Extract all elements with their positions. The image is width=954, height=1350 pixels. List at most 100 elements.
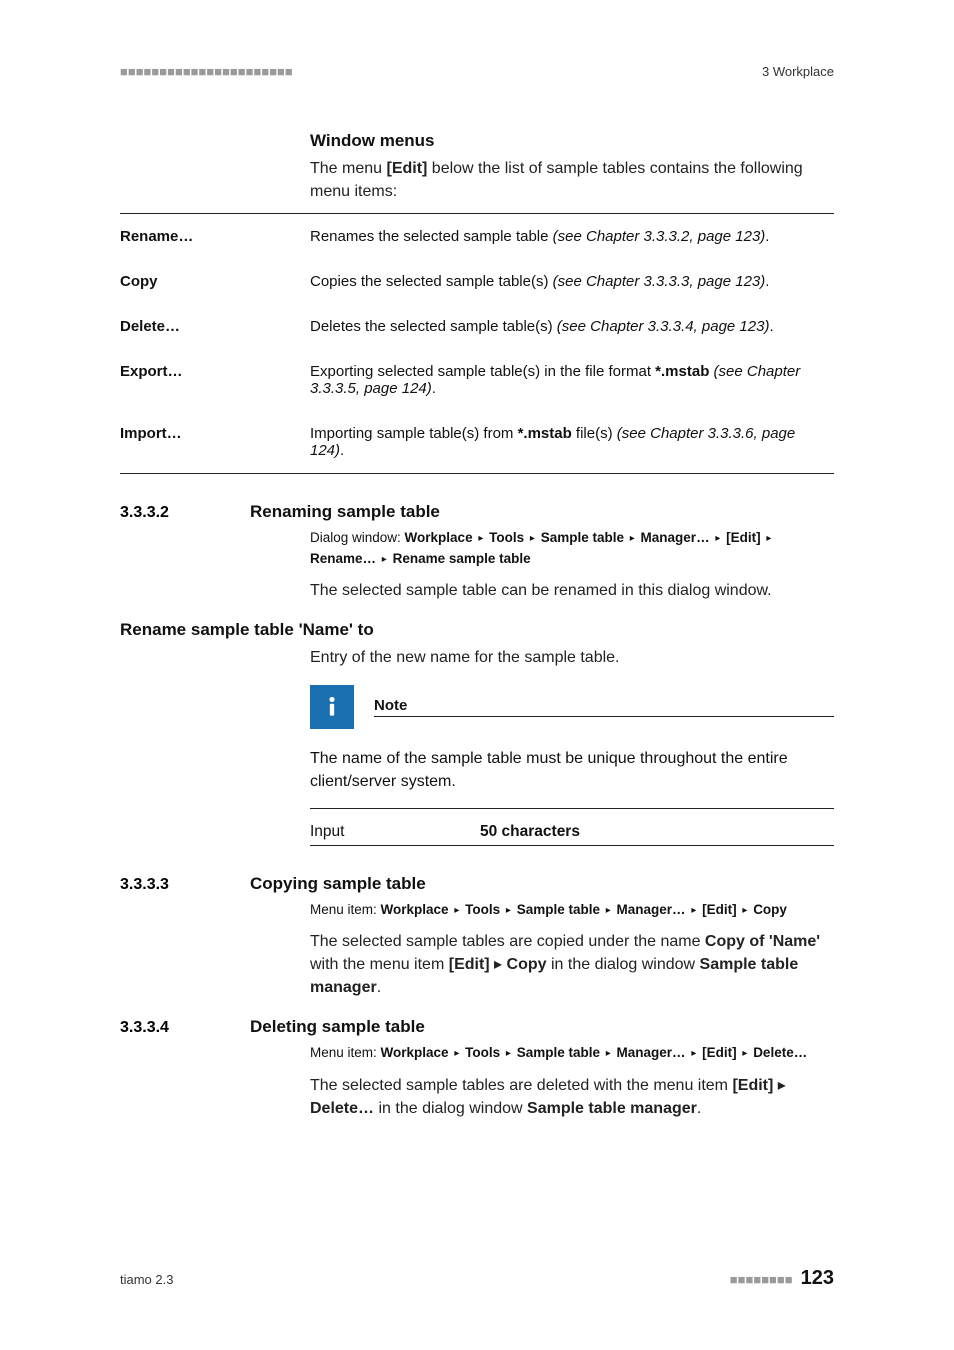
text-bold: [Edit] <box>732 1077 773 1094</box>
text: . <box>377 979 381 996</box>
section-number: 3.3.3.4 <box>120 1019 250 1037</box>
section-number: 3.3.3.2 <box>120 504 250 522</box>
breadcrumb-part: Manager… <box>617 902 686 917</box>
chevron-right-icon: ▸ <box>452 1048 461 1059</box>
menu-desc-post: . <box>432 380 436 397</box>
text-bold: Copy <box>507 956 547 973</box>
edit-menu-table: Rename… Renames the selected sample tabl… <box>120 213 834 474</box>
breadcrumb-part: [Edit] <box>702 902 737 917</box>
chevron-right-icon: ▸ <box>490 956 507 973</box>
intro-text-pre: The menu <box>310 160 386 177</box>
chevron-right-icon: ▸ <box>773 1077 785 1094</box>
breadcrumb-3333: Menu item: Workplace ▸ Tools ▸ Sample ta… <box>310 900 834 920</box>
breadcrumb-label: Menu item: <box>310 902 381 917</box>
text-bold: Delete… <box>310 1100 374 1117</box>
page-footer: tiamo 2.3 ■■■■■■■■ 123 <box>120 1267 834 1290</box>
text: in the dialog window <box>374 1100 527 1117</box>
section-title: Deleting sample table <box>250 1017 425 1037</box>
input-constraint-row: Input 50 characters <box>310 819 834 846</box>
breadcrumb-part: Sample table <box>517 1045 600 1060</box>
input-constraint-value: 50 characters <box>480 823 580 841</box>
section-title: Copying sample table <box>250 874 426 894</box>
menu-row-import: Import… Importing sample table(s) from *… <box>120 411 834 474</box>
section-3333-heading: 3.3.3.3 Copying sample table <box>120 874 834 894</box>
menu-label: Import… <box>120 411 310 474</box>
breadcrumb-part: Manager… <box>617 1045 686 1060</box>
breadcrumb-part: Tools <box>465 1045 500 1060</box>
chevron-right-icon: ▸ <box>740 905 749 916</box>
menu-desc: Renames the selected sample table (see C… <box>310 214 834 260</box>
section-number: 3.3.3.3 <box>120 876 250 894</box>
chevron-right-icon: ▸ <box>604 1048 613 1059</box>
breadcrumb-part: [Edit] <box>702 1045 737 1060</box>
menu-desc: Exporting selected sample table(s) in th… <box>310 349 834 411</box>
section-title: Renaming sample table <box>250 502 440 522</box>
breadcrumb-part: [Edit] <box>726 530 761 545</box>
breadcrumb-part: Rename… <box>310 551 376 566</box>
breadcrumb-label: Dialog window: <box>310 530 405 545</box>
menu-desc-text: Importing sample table(s) from <box>310 425 518 442</box>
note-body: The name of the sample table must be uni… <box>310 747 834 793</box>
chevron-right-icon: ▸ <box>713 533 722 544</box>
chevron-right-icon: ▸ <box>528 533 537 544</box>
breadcrumb-part: Workplace <box>405 530 473 545</box>
menu-desc-post: . <box>765 228 769 245</box>
header-chapter: 3 Workplace <box>762 64 834 79</box>
text: with the menu item <box>310 956 449 973</box>
breadcrumb-part: Workplace <box>381 902 449 917</box>
menu-desc-ref: (see Chapter 3.3.3.3, page 123) <box>553 273 766 290</box>
header-left-marker: ■■■■■■■■■■■■■■■■■■■■■■ <box>120 64 293 79</box>
menu-row-delete: Delete… Deletes the selected sample tabl… <box>120 304 834 349</box>
chevron-right-icon: ▸ <box>604 905 613 916</box>
menu-label: Rename… <box>120 214 310 260</box>
text: . <box>697 1100 701 1117</box>
intro-text-bold: [Edit] <box>386 160 427 177</box>
chevron-right-icon: ▸ <box>764 533 773 544</box>
menu-label: Copy <box>120 259 310 304</box>
window-menus-text: The menu [Edit] below the list of sample… <box>310 157 834 203</box>
footer-marker: ■■■■■■■■ <box>730 1272 793 1287</box>
breadcrumb-part: Tools <box>489 530 524 545</box>
text: in the dialog window <box>547 956 700 973</box>
text-bold: Sample table manager <box>527 1100 697 1117</box>
breadcrumb-3334: Menu item: Workplace ▸ Tools ▸ Sample ta… <box>310 1043 834 1063</box>
menu-desc-text: Deletes the selected sample table(s) <box>310 318 557 335</box>
chevron-right-icon: ▸ <box>689 905 698 916</box>
section-3332-body: Dialog window: Workplace ▸ Tools ▸ Sampl… <box>310 528 834 602</box>
info-icon <box>310 685 354 729</box>
section-3333-text: The selected sample tables are copied un… <box>310 930 834 1000</box>
page-number: 123 <box>801 1267 834 1290</box>
breadcrumb-part: Tools <box>465 902 500 917</box>
chevron-right-icon: ▸ <box>380 554 389 565</box>
menu-desc-post: . <box>769 318 773 335</box>
menu-desc-bold: *.mstab <box>518 425 572 442</box>
window-menus-heading: Window menus <box>310 131 834 151</box>
menu-desc-post: . <box>765 273 769 290</box>
section-3332-heading: 3.3.3.2 Renaming sample table <box>120 502 834 522</box>
page: ■■■■■■■■■■■■■■■■■■■■■■ 3 Workplace Windo… <box>0 0 954 1350</box>
menu-desc: Importing sample table(s) from *.mstab f… <box>310 411 834 474</box>
chevron-right-icon: ▸ <box>628 533 637 544</box>
chevron-right-icon: ▸ <box>504 1048 513 1059</box>
breadcrumb-part: Delete… <box>753 1045 807 1060</box>
text-bold: [Edit] <box>449 956 490 973</box>
section-3334-body: Menu item: Workplace ▸ Tools ▸ Sample ta… <box>310 1043 834 1120</box>
menu-desc-ref: (see Chapter 3.3.3.4, page 123) <box>557 318 770 335</box>
breadcrumb-part: Manager… <box>641 530 710 545</box>
menu-row-export: Export… Exporting selected sample table(… <box>120 349 834 411</box>
menu-desc-text: Exporting selected sample table(s) in th… <box>310 363 655 380</box>
note-block: Note The name of the sample table must b… <box>310 685 834 808</box>
text: The selected sample tables are deleted w… <box>310 1077 732 1094</box>
breadcrumb-part: Sample table <box>517 902 600 917</box>
rename-field-body: Entry of the new name for the sample tab… <box>310 646 834 846</box>
breadcrumb-part: Workplace <box>381 1045 449 1060</box>
note-title: Note <box>374 697 834 717</box>
rename-field-heading: Rename sample table 'Name' to <box>120 620 834 640</box>
menu-label: Export… <box>120 349 310 411</box>
section-3334-text: The selected sample tables are deleted w… <box>310 1074 834 1120</box>
rename-field-text: Entry of the new name for the sample tab… <box>310 646 834 669</box>
menu-label: Delete… <box>120 304 310 349</box>
note-divider <box>310 808 834 809</box>
input-constraint-label: Input <box>310 823 480 841</box>
text-bold: Copy of 'Name' <box>705 933 820 950</box>
